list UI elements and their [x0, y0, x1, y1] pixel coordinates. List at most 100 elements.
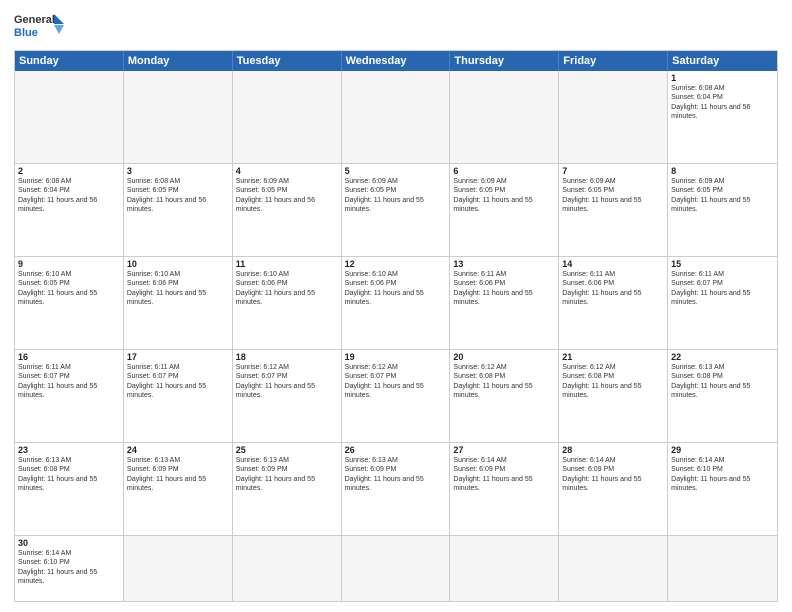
day-number: 18 — [236, 352, 338, 362]
day-cell: 9Sunrise: 6:10 AMSunset: 6:05 PMDaylight… — [15, 257, 124, 349]
day-info: Sunrise: 6:14 AMSunset: 6:10 PMDaylight:… — [671, 456, 774, 494]
logo-svg: General Blue — [14, 10, 66, 46]
day-cell: 8Sunrise: 6:09 AMSunset: 6:05 PMDaylight… — [668, 164, 777, 256]
day-info: Sunrise: 6:11 AMSunset: 6:07 PMDaylight:… — [671, 270, 774, 308]
day-cell — [450, 71, 559, 163]
day-number: 20 — [453, 352, 555, 362]
day-number: 29 — [671, 445, 774, 455]
day-cell: 5Sunrise: 6:09 AMSunset: 6:05 PMDaylight… — [342, 164, 451, 256]
day-cell — [668, 536, 777, 601]
day-info: Sunrise: 6:14 AMSunset: 6:10 PMDaylight:… — [18, 549, 120, 587]
day-info: Sunrise: 6:08 AMSunset: 6:04 PMDaylight:… — [18, 177, 120, 215]
day-cell: 18Sunrise: 6:12 AMSunset: 6:07 PMDayligh… — [233, 350, 342, 442]
day-cell: 26Sunrise: 6:13 AMSunset: 6:09 PMDayligh… — [342, 443, 451, 535]
header: General Blue — [14, 10, 778, 46]
day-info: Sunrise: 6:09 AMSunset: 6:05 PMDaylight:… — [453, 177, 555, 215]
day-cell: 3Sunrise: 6:08 AMSunset: 6:05 PMDaylight… — [124, 164, 233, 256]
day-number: 13 — [453, 259, 555, 269]
day-cell — [450, 536, 559, 601]
day-cell: 10Sunrise: 6:10 AMSunset: 6:06 PMDayligh… — [124, 257, 233, 349]
day-number: 6 — [453, 166, 555, 176]
day-header: Wednesday — [342, 51, 451, 71]
day-number: 7 — [562, 166, 664, 176]
day-cell — [233, 536, 342, 601]
day-cell: 1Sunrise: 6:08 AMSunset: 6:04 PMDaylight… — [668, 71, 777, 163]
week-row: 2Sunrise: 6:08 AMSunset: 6:04 PMDaylight… — [15, 163, 777, 256]
day-cell: 23Sunrise: 6:13 AMSunset: 6:08 PMDayligh… — [15, 443, 124, 535]
day-cell: 27Sunrise: 6:14 AMSunset: 6:09 PMDayligh… — [450, 443, 559, 535]
day-cell: 15Sunrise: 6:11 AMSunset: 6:07 PMDayligh… — [668, 257, 777, 349]
day-cell — [559, 536, 668, 601]
week-row: 1Sunrise: 6:08 AMSunset: 6:04 PMDaylight… — [15, 71, 777, 163]
day-number: 1 — [671, 73, 774, 83]
day-info: Sunrise: 6:14 AMSunset: 6:09 PMDaylight:… — [562, 456, 664, 494]
day-cell: 12Sunrise: 6:10 AMSunset: 6:06 PMDayligh… — [342, 257, 451, 349]
day-info: Sunrise: 6:10 AMSunset: 6:06 PMDaylight:… — [236, 270, 338, 308]
day-info: Sunrise: 6:13 AMSunset: 6:08 PMDaylight:… — [671, 363, 774, 401]
day-number: 17 — [127, 352, 229, 362]
day-header: Friday — [559, 51, 668, 71]
weeks: 1Sunrise: 6:08 AMSunset: 6:04 PMDaylight… — [15, 71, 777, 601]
day-info: Sunrise: 6:09 AMSunset: 6:05 PMDaylight:… — [345, 177, 447, 215]
day-cell — [124, 71, 233, 163]
day-number: 26 — [345, 445, 447, 455]
day-cell — [342, 71, 451, 163]
day-info: Sunrise: 6:08 AMSunset: 6:04 PMDaylight:… — [671, 84, 774, 122]
day-cell — [559, 71, 668, 163]
day-info: Sunrise: 6:11 AMSunset: 6:07 PMDaylight:… — [18, 363, 120, 401]
day-header: Tuesday — [233, 51, 342, 71]
day-info: Sunrise: 6:10 AMSunset: 6:06 PMDaylight:… — [127, 270, 229, 308]
day-cell: 17Sunrise: 6:11 AMSunset: 6:07 PMDayligh… — [124, 350, 233, 442]
day-number: 11 — [236, 259, 338, 269]
day-info: Sunrise: 6:13 AMSunset: 6:09 PMDaylight:… — [236, 456, 338, 494]
day-info: Sunrise: 6:12 AMSunset: 6:07 PMDaylight:… — [345, 363, 447, 401]
day-cell — [15, 71, 124, 163]
day-number: 28 — [562, 445, 664, 455]
day-cell: 13Sunrise: 6:11 AMSunset: 6:06 PMDayligh… — [450, 257, 559, 349]
svg-text:Blue: Blue — [14, 27, 38, 39]
day-number: 21 — [562, 352, 664, 362]
day-number: 2 — [18, 166, 120, 176]
day-cell: 6Sunrise: 6:09 AMSunset: 6:05 PMDaylight… — [450, 164, 559, 256]
day-cell — [124, 536, 233, 601]
day-number: 24 — [127, 445, 229, 455]
day-header: Thursday — [450, 51, 559, 71]
day-cell: 14Sunrise: 6:11 AMSunset: 6:06 PMDayligh… — [559, 257, 668, 349]
day-cell: 4Sunrise: 6:09 AMSunset: 6:05 PMDaylight… — [233, 164, 342, 256]
day-info: Sunrise: 6:12 AMSunset: 6:08 PMDaylight:… — [562, 363, 664, 401]
day-number: 23 — [18, 445, 120, 455]
day-number: 14 — [562, 259, 664, 269]
week-row: 23Sunrise: 6:13 AMSunset: 6:08 PMDayligh… — [15, 442, 777, 535]
day-number: 10 — [127, 259, 229, 269]
day-info: Sunrise: 6:13 AMSunset: 6:09 PMDaylight:… — [127, 456, 229, 494]
day-cell: 19Sunrise: 6:12 AMSunset: 6:07 PMDayligh… — [342, 350, 451, 442]
day-info: Sunrise: 6:11 AMSunset: 6:07 PMDaylight:… — [127, 363, 229, 401]
day-header: Saturday — [668, 51, 777, 71]
day-info: Sunrise: 6:13 AMSunset: 6:08 PMDaylight:… — [18, 456, 120, 494]
day-cell — [342, 536, 451, 601]
day-cell: 11Sunrise: 6:10 AMSunset: 6:06 PMDayligh… — [233, 257, 342, 349]
day-info: Sunrise: 6:11 AMSunset: 6:06 PMDaylight:… — [562, 270, 664, 308]
day-number: 15 — [671, 259, 774, 269]
day-number: 16 — [18, 352, 120, 362]
week-row: 9Sunrise: 6:10 AMSunset: 6:05 PMDaylight… — [15, 256, 777, 349]
logo: General Blue — [14, 10, 66, 46]
day-number: 30 — [18, 538, 120, 548]
day-number: 22 — [671, 352, 774, 362]
day-info: Sunrise: 6:11 AMSunset: 6:06 PMDaylight:… — [453, 270, 555, 308]
day-info: Sunrise: 6:12 AMSunset: 6:08 PMDaylight:… — [453, 363, 555, 401]
day-info: Sunrise: 6:09 AMSunset: 6:05 PMDaylight:… — [671, 177, 774, 215]
day-number: 4 — [236, 166, 338, 176]
day-cell — [233, 71, 342, 163]
day-cell: 25Sunrise: 6:13 AMSunset: 6:09 PMDayligh… — [233, 443, 342, 535]
day-cell: 22Sunrise: 6:13 AMSunset: 6:08 PMDayligh… — [668, 350, 777, 442]
day-header: Sunday — [15, 51, 124, 71]
day-number: 19 — [345, 352, 447, 362]
day-cell: 2Sunrise: 6:08 AMSunset: 6:04 PMDaylight… — [15, 164, 124, 256]
svg-text:General: General — [14, 14, 55, 26]
day-info: Sunrise: 6:10 AMSunset: 6:06 PMDaylight:… — [345, 270, 447, 308]
day-number: 25 — [236, 445, 338, 455]
day-cell: 16Sunrise: 6:11 AMSunset: 6:07 PMDayligh… — [15, 350, 124, 442]
day-headers: SundayMondayTuesdayWednesdayThursdayFrid… — [15, 51, 777, 71]
day-header: Monday — [124, 51, 233, 71]
